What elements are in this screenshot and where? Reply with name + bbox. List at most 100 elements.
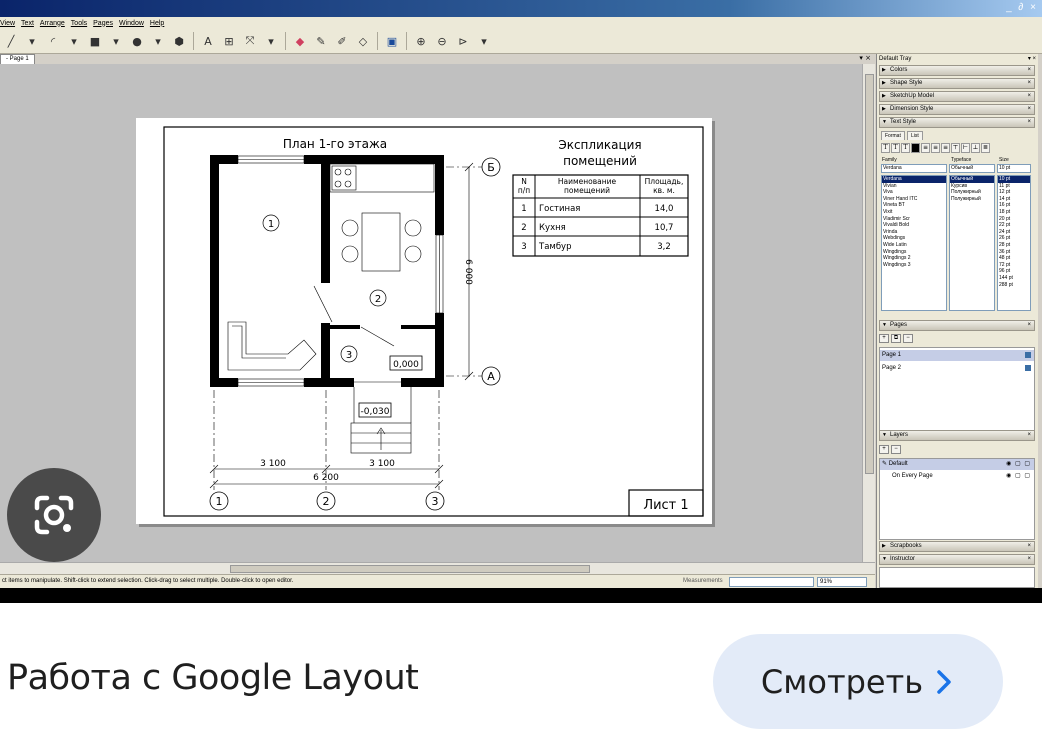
measurements-input[interactable]	[729, 577, 814, 587]
family-field[interactable]: Verdana	[881, 164, 947, 173]
align-center-icon[interactable]: ≡	[931, 143, 940, 153]
font-family-option[interactable]: Wingdings 3	[882, 262, 946, 269]
text-underline-icon[interactable]: T	[901, 143, 910, 153]
menu-pages[interactable]: Pages	[93, 20, 113, 27]
add-page-icon[interactable]: ⊕	[412, 32, 430, 50]
dropdown-icon[interactable]: ▾	[107, 32, 125, 50]
font-family-option[interactable]: Vixit	[882, 209, 946, 216]
previous-page-icon[interactable]: ⊖	[433, 32, 451, 50]
lens-search-button[interactable]	[7, 468, 101, 562]
tab-page-1[interactable]: - Page 1	[0, 54, 35, 64]
paint-icon[interactable]: ✐	[333, 32, 351, 50]
font-size-option[interactable]: 48 pt	[998, 255, 1030, 262]
anchor-top-icon[interactable]: ⊤	[951, 143, 960, 153]
scroll-thumb[interactable]	[865, 74, 874, 474]
anchor-middle-icon[interactable]: ⊢	[961, 143, 970, 153]
style-icon[interactable]: ◇	[354, 32, 372, 50]
close-icon[interactable]: ×	[1027, 555, 1031, 564]
font-family-option[interactable]: Wingdings 2	[882, 255, 946, 262]
font-family-option[interactable]: Vivian	[882, 183, 946, 190]
close-icon[interactable]: ×	[1027, 431, 1031, 440]
scroll-thumb[interactable]	[230, 565, 590, 573]
menu-text[interactable]: Text	[21, 20, 34, 27]
font-family-option[interactable]: Wide Latin	[882, 242, 946, 249]
panel-instructor[interactable]: ▼ Instructor ×	[879, 554, 1035, 565]
font-family-option[interactable]: Viner Hand ITC	[882, 196, 946, 203]
close-icon[interactable]: ×	[1027, 66, 1031, 75]
dropdown-icon[interactable]: ▾	[23, 32, 41, 50]
font-size-option[interactable]: 20 pt	[998, 216, 1030, 223]
dropdown-icon[interactable]: ▾	[262, 32, 280, 50]
panel-shape-style[interactable]: ▶ Shape Style ×	[879, 78, 1035, 89]
font-size-option[interactable]: 72 pt	[998, 262, 1030, 269]
duplicate-page-icon[interactable]: ⧉	[891, 334, 901, 343]
font-size-option[interactable]: 22 pt	[998, 222, 1030, 229]
font-family-option[interactable]: Vladimir Scr	[882, 216, 946, 223]
font-size-option[interactable]: 96 pt	[998, 268, 1030, 275]
monitor-icon[interactable]	[1025, 365, 1031, 371]
typeface-list[interactable]: Обычный Курсив Полужирный Полужирный	[949, 175, 995, 311]
arc-tool-icon[interactable]: ◜	[44, 32, 62, 50]
menu-help[interactable]: Help	[150, 20, 164, 27]
menu-arrange[interactable]: Arrange	[40, 20, 65, 27]
font-size-option[interactable]: 24 pt	[998, 229, 1030, 236]
eraser-icon[interactable]: ◆	[291, 32, 309, 50]
font-family-option[interactable]: Vineta BT	[882, 202, 946, 209]
subtab-list[interactable]: List	[907, 131, 923, 140]
close-icon[interactable]: ×	[1027, 542, 1031, 551]
close-icon[interactable]: ×	[1027, 105, 1031, 114]
add-page-icon[interactable]: +	[879, 334, 889, 343]
font-size-option[interactable]: 26 pt	[998, 235, 1030, 242]
font-size-option[interactable]: 18 pt	[998, 209, 1030, 216]
font-size-option[interactable]: 36 pt	[998, 249, 1030, 256]
font-family-option[interactable]: Vrinda	[882, 229, 946, 236]
window-controls[interactable]: _ ∂ ×	[1006, 2, 1038, 13]
panel-pages[interactable]: ▼ Pages ×	[879, 320, 1035, 331]
typeface-option[interactable]: Обычный	[950, 176, 994, 183]
dropdown-icon[interactable]: ▾	[475, 32, 493, 50]
eyedropper-icon[interactable]: ✎	[312, 32, 330, 50]
circle-tool-icon[interactable]: ●	[128, 32, 146, 50]
font-size-option[interactable]: 12 pt	[998, 189, 1030, 196]
text-bold-icon[interactable]: T	[881, 143, 890, 153]
dropdown-icon[interactable]: ▾	[149, 32, 167, 50]
font-family-option[interactable]: Viva	[882, 189, 946, 196]
page-item-1[interactable]: Page 1	[880, 350, 1034, 361]
polygon-tool-icon[interactable]: ⬢	[170, 32, 188, 50]
rectangle-tool-icon[interactable]: ■	[86, 32, 104, 50]
page-item-2[interactable]: Page 2	[880, 363, 1034, 374]
panel-colors[interactable]: ▶ Colors ×	[879, 65, 1035, 76]
menu-window[interactable]: Window	[119, 20, 144, 27]
close-icon[interactable]: ×	[1027, 92, 1031, 101]
typeface-option[interactable]: Курсив	[950, 183, 994, 190]
font-size-option[interactable]: 11 pt	[998, 183, 1030, 190]
size-field[interactable]: 10 pt	[997, 164, 1031, 173]
menu-view[interactable]: View	[0, 20, 15, 27]
panel-layers[interactable]: ▼ Layers ×	[879, 430, 1035, 441]
zoom-select[interactable]: 91%	[817, 577, 867, 587]
text-color-icon[interactable]	[911, 143, 920, 153]
size-list[interactable]: 10 pt 11 pt 12 pt 14 pt 16 pt 18 pt 20 pt 22 pt…	[997, 175, 1031, 311]
font-size-option[interactable]: 14 pt	[998, 196, 1030, 203]
text-italic-icon[interactable]: T	[891, 143, 900, 153]
typeface-field[interactable]: Обычный	[949, 164, 995, 173]
close-icon[interactable]: ×	[1027, 321, 1031, 330]
presentation-icon[interactable]: ▣	[383, 32, 401, 50]
tray-close-icon[interactable]: ▾ ×	[1028, 54, 1036, 64]
panel-text-style[interactable]: ▼ Text Style ×	[879, 117, 1035, 128]
font-family-option[interactable]: Wingdings	[882, 249, 946, 256]
paper-sheet[interactable]: Лист 1 План 1-го этажа 1 2 3 0,000 -0,03…	[136, 118, 712, 524]
font-family-option[interactable]: Verdana	[882, 176, 946, 183]
menu-tools[interactable]: Tools	[71, 20, 87, 27]
font-size-option[interactable]: 144 pt	[998, 275, 1030, 282]
horizontal-scrollbar[interactable]	[0, 562, 875, 574]
layer-item-every-page[interactable]: On Every Page ◉ ▢ ▢	[880, 471, 1034, 482]
layer-visibility-icons[interactable]: ◉ ▢ ▢	[1006, 459, 1031, 470]
panel-sketchup-model[interactable]: ▶ SketchUp Model ×	[879, 91, 1035, 102]
align-right-icon[interactable]: ≡	[941, 143, 950, 153]
remove-layer-icon[interactable]: −	[891, 445, 901, 454]
align-left-icon[interactable]: ≡	[921, 143, 930, 153]
list-icon[interactable]: ≣	[981, 143, 990, 153]
font-size-option[interactable]: 288 pt	[998, 282, 1030, 289]
watch-button[interactable]: Смотреть	[713, 634, 1003, 729]
